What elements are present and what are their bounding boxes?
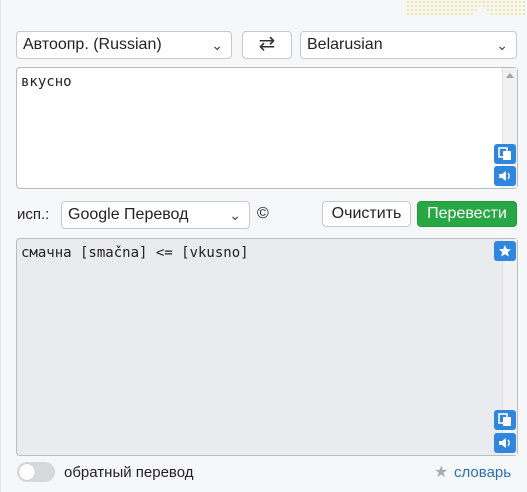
translation-engine-select[interactable]: Google Перевод ⌄ bbox=[61, 201, 250, 229]
scroll-up-icon bbox=[506, 73, 514, 78]
reverse-translation-toggle[interactable] bbox=[17, 462, 55, 482]
translator-panel: Автоопр. (Russian) ⌄ ⇄ Belarusian ⌄ вкус… bbox=[0, 0, 527, 492]
swap-icon: ⇄ bbox=[258, 33, 276, 55]
copy-source-button[interactable] bbox=[494, 144, 516, 164]
speak-source-button[interactable] bbox=[494, 166, 516, 186]
source-language-select[interactable]: Автоопр. (Russian) ⌄ bbox=[16, 31, 232, 59]
source-text-value: вкусно bbox=[21, 74, 72, 90]
header-decoration bbox=[406, 0, 527, 16]
copy-icon bbox=[498, 413, 511, 426]
star-icon: ★ bbox=[434, 464, 449, 481]
clear-button[interactable]: Очистить bbox=[322, 201, 411, 227]
chevron-down-icon: ⌄ bbox=[229, 207, 241, 223]
engine-copyright[interactable]: © bbox=[257, 205, 269, 223]
favorite-button[interactable] bbox=[494, 241, 516, 261]
chevron-down-icon: ⌄ bbox=[496, 37, 508, 53]
source-language-value: Автоопр. (Russian) bbox=[23, 36, 162, 53]
popup-notch bbox=[471, 6, 491, 16]
copy-icon bbox=[498, 147, 511, 160]
translate-button[interactable]: Перевести bbox=[417, 201, 517, 227]
chevron-down-icon: ⌄ bbox=[211, 37, 223, 53]
target-language-select[interactable]: Belarusian ⌄ bbox=[300, 31, 517, 59]
engine-label: исп.: bbox=[17, 206, 50, 223]
source-text-input[interactable]: вкусно bbox=[16, 67, 518, 189]
speaker-icon bbox=[499, 438, 510, 448]
star-icon bbox=[499, 245, 511, 257]
swap-languages-button[interactable]: ⇄ bbox=[242, 31, 292, 59]
toggle-knob bbox=[19, 464, 35, 480]
reverse-translation-label: обратный перевод bbox=[64, 464, 194, 481]
dictionary-link[interactable]: словарь bbox=[454, 464, 511, 481]
translation-engine-value: Google Перевод bbox=[68, 206, 189, 223]
translation-output[interactable]: смачна [smačna] <= [vkusno] bbox=[16, 238, 518, 456]
copy-translation-button[interactable] bbox=[494, 410, 516, 430]
target-language-value: Belarusian bbox=[307, 36, 383, 53]
speaker-icon bbox=[499, 171, 510, 181]
translation-output-value: смачна [smačna] <= [vkusno] bbox=[21, 245, 249, 261]
speak-translation-button[interactable] bbox=[494, 433, 516, 453]
